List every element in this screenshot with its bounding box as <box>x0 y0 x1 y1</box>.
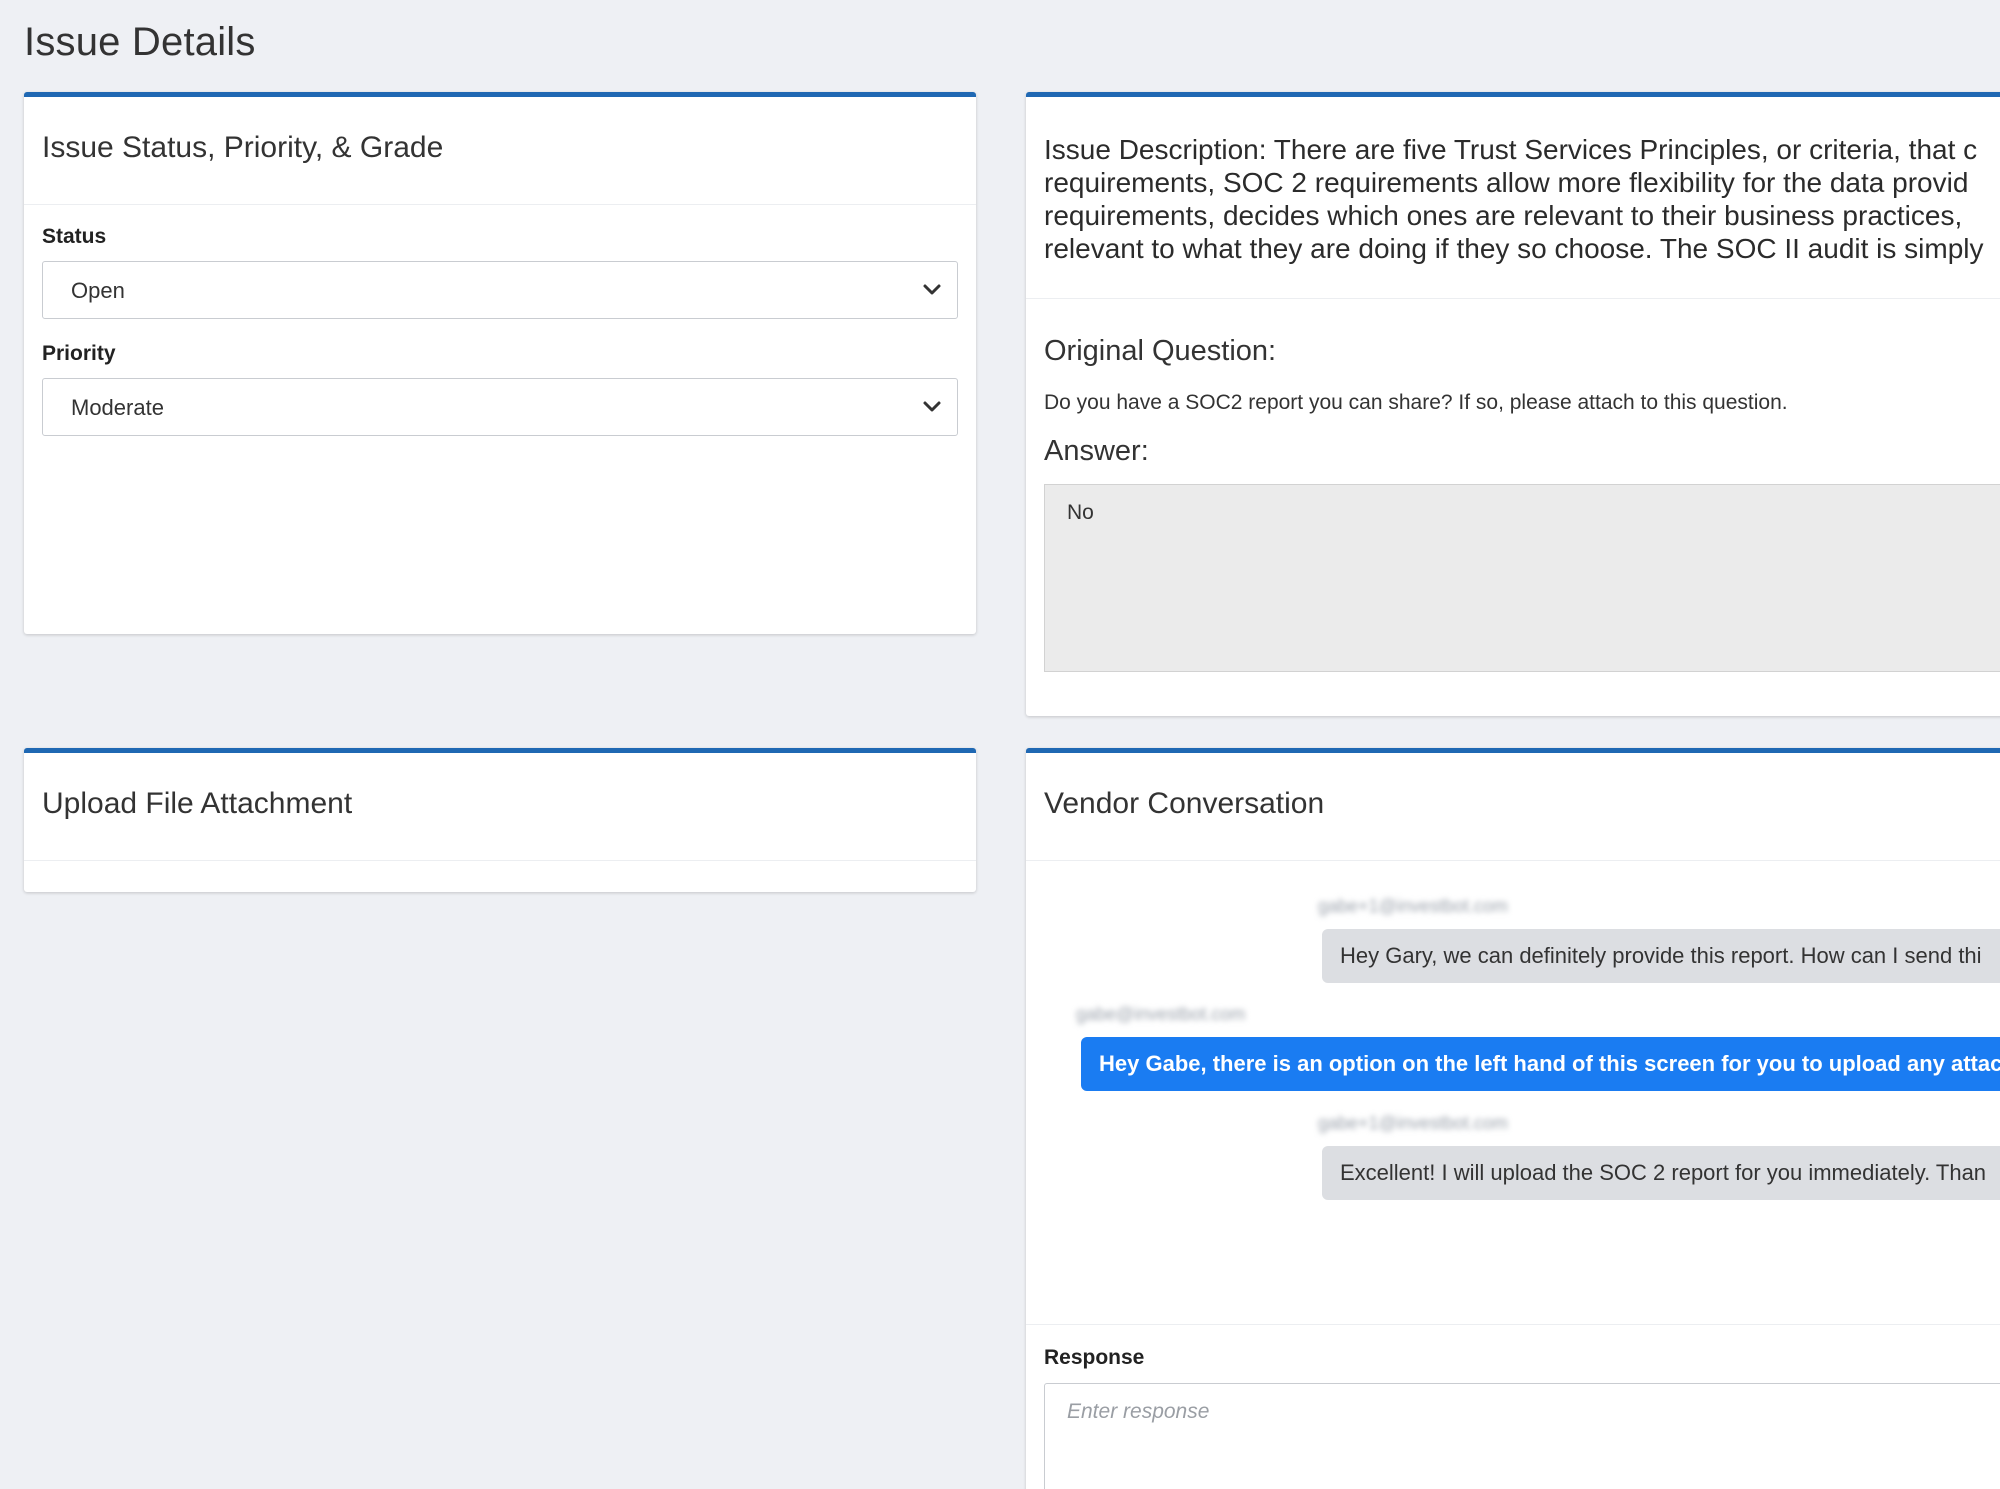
answer-field: No <box>1044 484 2000 672</box>
vendor-conversation-card: Vendor Conversation gabe+1@investbot.com… <box>1026 748 2000 1489</box>
response-input[interactable]: Enter response <box>1044 1383 2000 1489</box>
message-bubble-incoming: Hey Gary, we can definitely provide this… <box>1322 929 2000 983</box>
answer-label: Answer: <box>1044 435 1149 467</box>
status-select[interactable]: Open <box>42 261 958 319</box>
message-bubble-outgoing: Hey Gabe, there is an option on the left… <box>1081 1037 2000 1091</box>
message-sender: gabe+1@investbot.com <box>1318 1113 1508 1133</box>
page-title: Issue Details <box>24 20 256 64</box>
upload-card-title: Upload File Attachment <box>24 753 976 861</box>
message-sender: gabe+1@investbot.com <box>1318 896 1508 916</box>
issue-details-page: Issue Details Issue Status, Priority, & … <box>0 0 2000 1489</box>
issue-description-card: Issue Description: There are five Trust … <box>1026 92 2000 716</box>
response-label: Response <box>1044 1346 1145 1369</box>
message-text: Hey Gabe, there is an option on the left… <box>1099 1051 2000 1076</box>
chevron-down-icon <box>923 284 941 295</box>
response-placeholder: Enter response <box>1067 1400 1210 1423</box>
conversation-card-title: Vendor Conversation <box>1026 753 2000 861</box>
original-question-label: Original Question: <box>1044 335 1277 367</box>
issue-description-line: Issue Description: There are five Trust … <box>1044 134 1978 165</box>
issue-description-line: relevant to what they are doing if they … <box>1044 233 1984 264</box>
status-card-title: Issue Status, Priority, & Grade <box>24 97 976 205</box>
status-priority-card: Issue Status, Priority, & Grade Status O… <box>24 92 976 634</box>
status-select-value: Open <box>71 278 125 303</box>
answer-value: No <box>1067 501 1094 524</box>
priority-select[interactable]: Moderate <box>42 378 958 436</box>
chevron-down-icon <box>923 401 941 412</box>
issue-description-line: requirements, decides which ones are rel… <box>1044 200 1963 231</box>
message-sender: gabe@investbot.com <box>1076 1004 1246 1024</box>
issue-description: Issue Description: There are five Trust … <box>1026 97 2000 299</box>
message-text: Excellent! I will upload the SOC 2 repor… <box>1340 1160 1987 1185</box>
original-question-text: Do you have a SOC2 report you can share?… <box>1044 391 1788 414</box>
message-text: Hey Gary, we can definitely provide this… <box>1340 943 1982 968</box>
upload-attachment-card: Upload File Attachment <box>24 748 976 892</box>
message-bubble-incoming: Excellent! I will upload the SOC 2 repor… <box>1322 1146 2000 1200</box>
priority-select-value: Moderate <box>71 395 164 420</box>
issue-description-line: requirements, SOC 2 requirements allow m… <box>1044 167 1969 198</box>
priority-label: Priority <box>42 342 116 365</box>
status-label: Status <box>42 225 107 248</box>
conversation-divider <box>1026 1324 2000 1325</box>
